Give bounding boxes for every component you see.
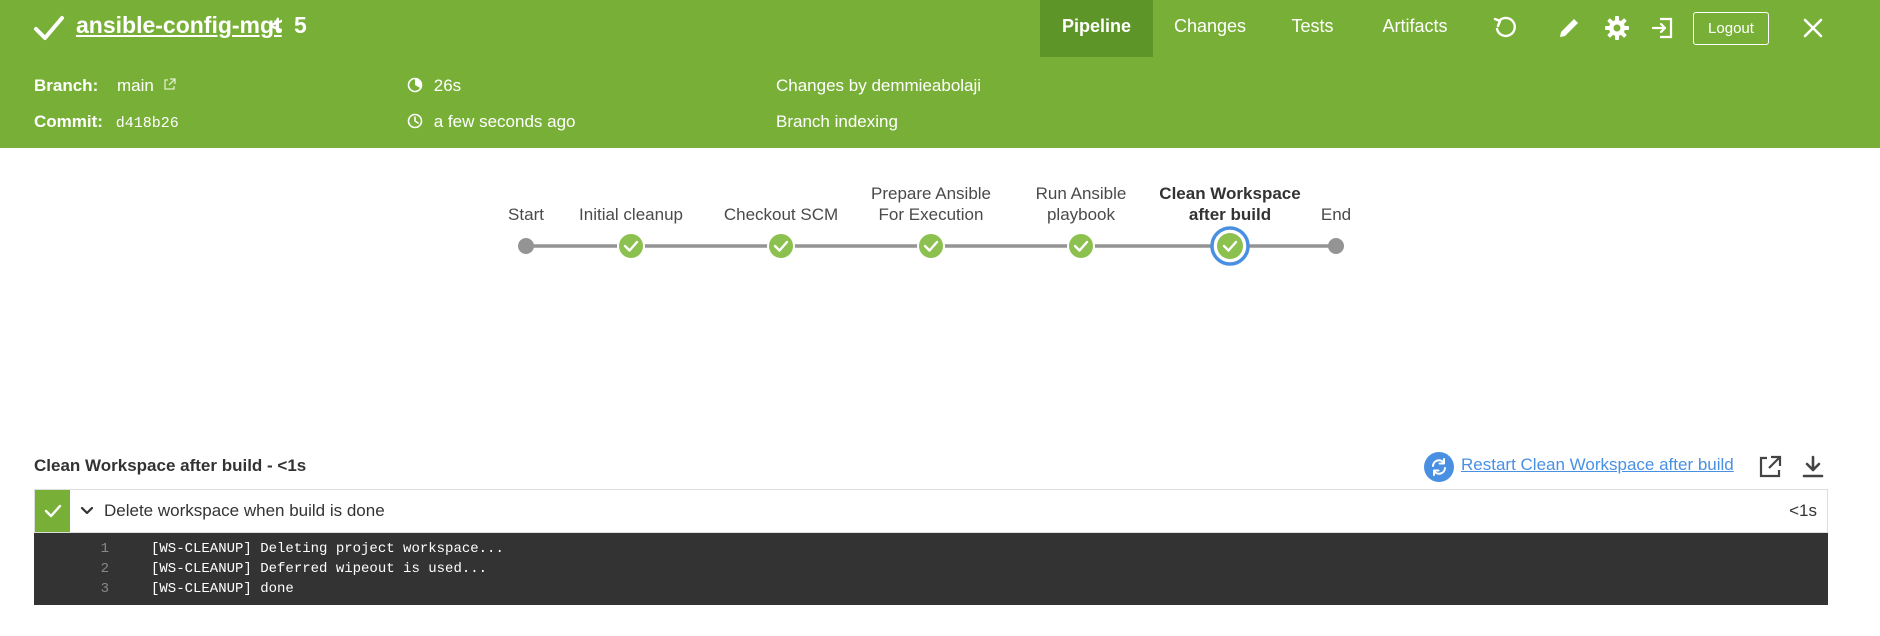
branch-info: Branch: main bbox=[34, 76, 176, 96]
stage-label-end: End bbox=[1321, 204, 1351, 225]
tab-changes[interactable]: Changes bbox=[1160, 0, 1260, 57]
step-duration: <1s bbox=[1789, 501, 1817, 520]
restart-stage-link[interactable]: Restart Clean Workspace after build bbox=[1461, 455, 1734, 475]
pipeline-graph: Start Initial cleanup Checkout SCM Prepa… bbox=[0, 148, 1880, 298]
tab-pipeline[interactable]: Pipeline bbox=[1040, 0, 1153, 57]
stage-label-line: playbook bbox=[1046, 205, 1116, 224]
step-panel-title: Clean Workspace after build - <1s bbox=[34, 456, 307, 475]
duration-value: 26s bbox=[433, 76, 462, 95]
started-value: a few seconds ago bbox=[433, 112, 576, 131]
tab-tests[interactable]: Tests bbox=[1270, 0, 1355, 57]
stage-label-clean-workspace[interactable]: Clean Workspace after build bbox=[1159, 183, 1300, 225]
log-line: 3 [WS-CLEANUP] done bbox=[34, 579, 1828, 599]
branch-label: Branch: bbox=[34, 76, 99, 95]
step-status-success bbox=[35, 490, 70, 532]
clock-icon bbox=[407, 113, 423, 129]
step-row[interactable]: Delete workspace when build is done <1s bbox=[34, 489, 1828, 533]
stage-node-start bbox=[518, 238, 534, 254]
logout-button[interactable]: Logout bbox=[1693, 12, 1769, 45]
chevron-down-icon[interactable] bbox=[79, 503, 95, 519]
log-line-text: [WS-CLEANUP] Deferred wipeout is used... bbox=[151, 561, 488, 577]
stage-node-checkout-scm[interactable] bbox=[767, 232, 795, 260]
stage-label-line: End bbox=[1320, 205, 1352, 224]
restart-icon[interactable] bbox=[1424, 452, 1454, 482]
timer-icon bbox=[407, 77, 423, 93]
run-number: 5 bbox=[294, 12, 307, 38]
stage-node-initial-cleanup[interactable] bbox=[617, 232, 645, 260]
exit-icon[interactable] bbox=[1649, 14, 1677, 42]
check-icon bbox=[34, 16, 64, 40]
log-line-text: [WS-CLEANUP] Deleting project workspace.… bbox=[151, 541, 504, 557]
commit-value: d418b26 bbox=[115, 115, 179, 132]
replay-icon[interactable] bbox=[1491, 14, 1519, 42]
pencil-icon[interactable] bbox=[1555, 14, 1583, 42]
cause-info: Branch indexing bbox=[776, 112, 898, 131]
stage-node-end bbox=[1328, 238, 1344, 254]
top-bar: ansible-config-mgt < 5 Pipeline Changes … bbox=[0, 0, 1880, 57]
close-icon[interactable] bbox=[1799, 14, 1827, 42]
changes-info: Changes by demmieabolaji bbox=[776, 76, 982, 95]
log-output: 1 [WS-CLEANUP] Deleting project workspac… bbox=[34, 533, 1828, 605]
run-info-bar: Branch: main Commit: d418b26 26s a few s… bbox=[0, 57, 1880, 148]
commit-label: Commit: bbox=[34, 112, 103, 131]
duration-info: 26s bbox=[407, 76, 461, 96]
stage-label-line: Start bbox=[508, 205, 544, 224]
run-separator: < bbox=[270, 13, 283, 38]
stage-label-checkout-scm[interactable]: Checkout SCM bbox=[724, 204, 838, 225]
stage-label-initial-cleanup[interactable]: Initial cleanup bbox=[579, 204, 683, 225]
commit-info: Commit: d418b26 bbox=[34, 112, 179, 132]
stage-label-line: Run Ansible bbox=[1035, 184, 1127, 203]
stage-node-clean-workspace[interactable] bbox=[1210, 226, 1250, 266]
stage-label-line: For Execution bbox=[878, 205, 984, 224]
stage-node-run-ansible-playbook[interactable] bbox=[1067, 232, 1095, 260]
stage-label-line: Clean Workspace bbox=[1159, 184, 1301, 203]
log-line-number[interactable]: 3 bbox=[34, 579, 109, 599]
log-line: 2 [WS-CLEANUP] Deferred wipeout is used.… bbox=[34, 559, 1828, 579]
gear-icon[interactable] bbox=[1603, 14, 1631, 42]
stage-node-prepare-ansible[interactable] bbox=[917, 232, 945, 260]
pipeline-name-link[interactable]: ansible-config-mgt bbox=[76, 12, 282, 39]
stage-label-line: Prepare Ansible bbox=[870, 184, 992, 203]
external-link-icon[interactable] bbox=[163, 78, 176, 91]
tab-artifacts[interactable]: Artifacts bbox=[1370, 0, 1460, 57]
log-line-text: [WS-CLEANUP] done bbox=[151, 581, 294, 597]
step-name: Delete workspace when build is done bbox=[104, 501, 385, 520]
stage-label-run-ansible-playbook[interactable]: Run Ansible playbook bbox=[1036, 183, 1127, 225]
started-info: a few seconds ago bbox=[407, 112, 576, 132]
log-line-number[interactable]: 1 bbox=[34, 539, 109, 559]
stage-label-start: Start bbox=[508, 204, 544, 225]
log-line: 1 [WS-CLEANUP] Deleting project workspac… bbox=[34, 539, 1828, 559]
branch-value[interactable]: main bbox=[117, 76, 154, 95]
log-line-number[interactable]: 2 bbox=[34, 559, 109, 579]
stage-label-line: Initial cleanup bbox=[579, 205, 683, 224]
stage-label-line: Checkout SCM bbox=[723, 205, 839, 224]
check-icon bbox=[44, 504, 61, 518]
download-icon[interactable] bbox=[1800, 454, 1826, 480]
open-external-icon[interactable] bbox=[1757, 454, 1783, 480]
stage-label-line: after build bbox=[1188, 205, 1272, 224]
stage-label-prepare-ansible[interactable]: Prepare Ansible For Execution bbox=[871, 183, 991, 225]
